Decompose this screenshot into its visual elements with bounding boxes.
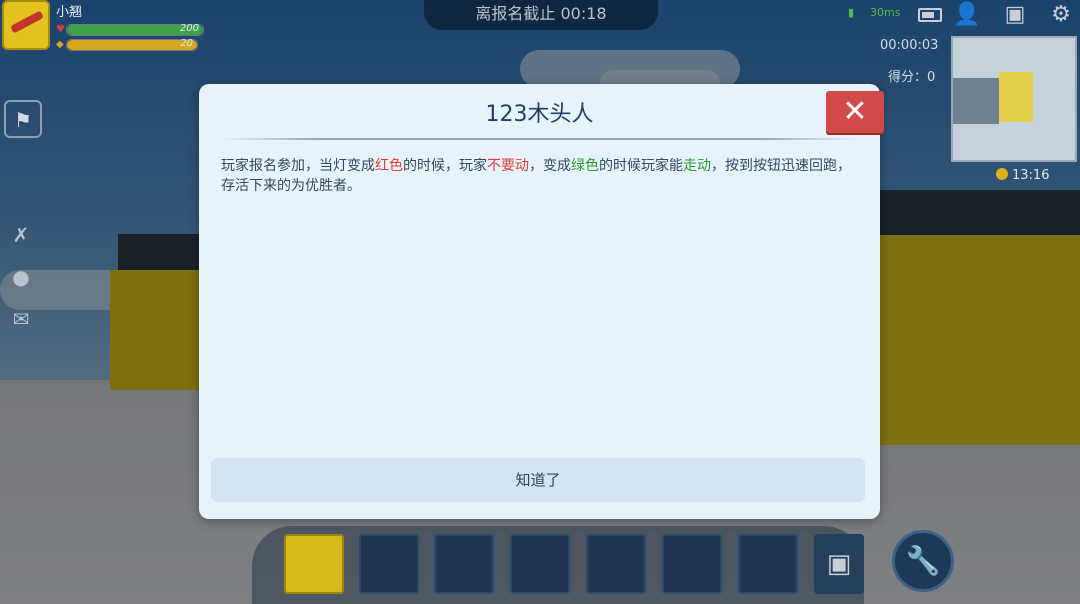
mute-icon[interactable]: ✗ [2,218,40,252]
registration-countdown: 离报名截止 00:18 [424,0,658,30]
hotbar-slot[interactable] [284,534,344,594]
friend-icon[interactable]: 👤 [950,0,984,30]
chat-icon[interactable]: ✉ [2,302,40,336]
hunger-value: 20 [180,38,193,49]
got-it-button[interactable]: 知道了 [211,458,865,502]
backpack-icon[interactable]: ▣ [814,534,864,594]
elapsed-time: 00:00:03 [880,38,939,53]
close-icon: ✕ [842,94,868,129]
network-latency: 30ms [870,6,901,19]
player-avatar[interactable] [2,0,50,50]
dialog-title: 123木头人 [485,102,594,127]
health-value: 200 [179,23,199,34]
coin-icon [996,168,1008,180]
heart-icon: ♥ [56,24,65,35]
hotbar-slot[interactable] [738,534,798,594]
minimap-player-marker [999,72,1033,122]
hotbar-slot[interactable] [434,534,494,594]
sword-icon [10,10,44,34]
hunger-icon: ◆ [56,39,64,50]
rules-text-segment: 的时候，玩家 [403,158,487,174]
coin-time-row: 13:16 [996,168,1049,183]
rules-dialog: 123木头人 ✕ 玩家报名参加，当灯变成红色的时候，玩家不要动，变成绿色的时候玩… [199,84,884,519]
camera-frame-icon[interactable]: ▣ [998,0,1032,30]
dialog-rules-text: 玩家报名参加，当灯变成红色的时候，玩家不要动，变成绿色的时候玩家能走动，按到按钮… [221,156,861,196]
rules-highlight-green: 走动 [683,158,711,174]
rules-text-segment: 的时候玩家能 [599,158,683,174]
minimap-terrain [953,78,999,124]
rules-highlight-red: 红色 [375,158,403,174]
score: 得分：0 [888,70,936,85]
microphone-icon[interactable]: ● [2,260,40,294]
hotbar-slot[interactable] [586,534,646,594]
hotbar-slot[interactable] [510,534,570,594]
hotbar-slot[interactable] [662,534,722,594]
player-name: 小翘 [56,5,83,20]
flag-icon[interactable]: ⚑ [4,100,42,138]
rules-text-segment: 玩家报名参加，当灯变成 [221,158,375,174]
wrench-icon[interactable]: 🔧 [892,530,954,592]
hunger-bar-fill [67,40,197,50]
rules-text-segment: ，变成 [529,158,571,174]
close-button[interactable]: ✕ [826,91,884,133]
dialog-divider [221,138,858,140]
battery-icon [918,8,942,22]
gear-icon[interactable]: ⚙ [1044,0,1078,30]
hunger-bar: 20 [66,38,198,51]
health-bar: 200 [66,23,204,36]
rules-highlight-green: 绿色 [571,158,599,174]
minimap[interactable] [951,36,1077,162]
signal-icon: ▮ [848,6,855,19]
hotbar-slot[interactable] [359,534,419,594]
coin-time: 13:16 [1012,168,1050,183]
rules-highlight-red: 不要动 [487,158,529,174]
